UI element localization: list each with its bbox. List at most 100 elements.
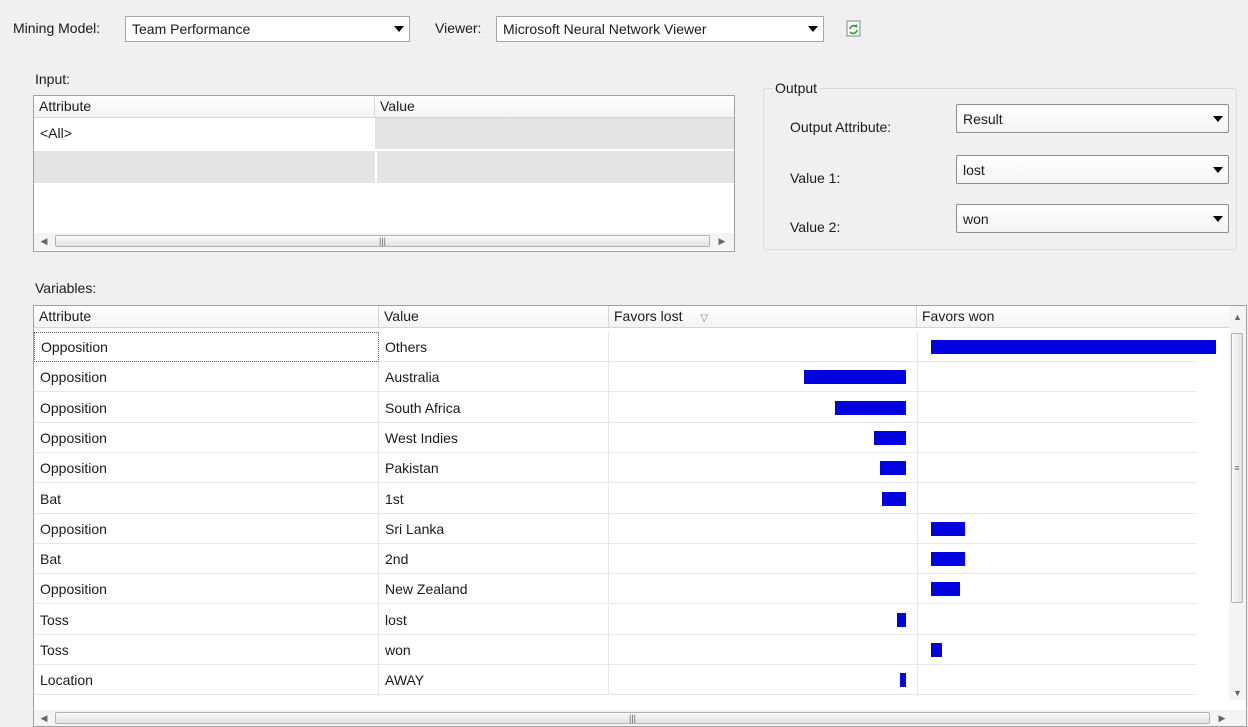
sort-descending-icon[interactable]: ▽	[700, 313, 708, 324]
scroll-left-icon[interactable]: ◀	[36, 710, 52, 726]
chevron-down-icon	[803, 17, 823, 41]
table-row[interactable]: Opposition Sri Lanka	[34, 514, 1196, 544]
favors-won-bar	[931, 522, 965, 536]
chevron-down-icon	[1208, 205, 1228, 232]
row-attribute[interactable]: Opposition	[34, 423, 379, 453]
row-attribute[interactable]: Toss	[34, 635, 379, 665]
input-row-attribute[interactable]: <All>	[34, 118, 375, 149]
input-grid[interactable]: Attribute Value <All> ◀ ||| ▶	[33, 95, 735, 252]
row-value[interactable]: Australia	[379, 362, 609, 392]
scroll-right-icon[interactable]: ▶	[714, 233, 730, 250]
row-value[interactable]: won	[379, 635, 609, 665]
row-value[interactable]: South Africa	[379, 393, 609, 423]
column-divider	[917, 332, 918, 362]
value1-label: Value 1:	[790, 170, 841, 186]
variables-vertical-scrollbar[interactable]: ▲ ≡ ▼	[1229, 306, 1246, 700]
row-value[interactable]: 1st	[379, 484, 609, 514]
row-attribute[interactable]: Toss	[34, 605, 379, 635]
row-value[interactable]: 2nd	[379, 544, 609, 574]
input-horizontal-scrollbar[interactable]: ◀ ||| ▶	[34, 233, 734, 250]
row-value[interactable]: West Indies	[379, 423, 609, 453]
scroll-down-icon[interactable]: ▼	[1229, 684, 1246, 701]
favors-lost-bar	[882, 492, 906, 506]
favors-lost-bar	[897, 613, 906, 627]
scrollbar-thumb[interactable]: |||	[55, 712, 1210, 724]
variables-rows: Opposition Others Opposition Australia Oppos…	[34, 332, 1231, 700]
table-row[interactable]: Opposition Pakistan	[34, 453, 1196, 483]
favors-lost-bar	[900, 673, 906, 687]
column-divider	[917, 635, 918, 665]
output-attribute-dropdown[interactable]: Result	[956, 104, 1229, 133]
variables-label: Variables:	[35, 280, 97, 296]
chevron-down-icon	[1208, 105, 1228, 132]
viewer-value: Microsoft Neural Network Viewer	[503, 21, 707, 37]
input-row-attribute[interactable]	[34, 151, 375, 183]
variables-grid[interactable]: Attribute Value Favors lost ▽ Favors won…	[33, 305, 1247, 727]
table-row[interactable]: Opposition Others	[34, 332, 1216, 362]
column-divider	[917, 423, 918, 453]
input-label: Input:	[35, 71, 71, 87]
input-row-value[interactable]	[375, 118, 734, 149]
variables-horizontal-scrollbar[interactable]: ◀ ||| ▶	[34, 710, 1246, 726]
table-row[interactable]: Toss won	[34, 635, 1196, 665]
row-attribute[interactable]: Opposition	[34, 453, 379, 483]
row-attribute[interactable]: Opposition	[34, 393, 379, 423]
row-attribute[interactable]: Opposition	[34, 514, 379, 544]
row-value[interactable]: Pakistan	[379, 453, 609, 483]
mining-model-value: Team Performance	[132, 21, 251, 37]
row-attribute[interactable]: Bat	[34, 544, 379, 574]
table-row[interactable]: Opposition Australia	[34, 362, 1196, 392]
value2-label: Value 2:	[790, 219, 841, 235]
column-divider	[917, 393, 918, 423]
table-row[interactable]: Opposition West Indies	[34, 423, 1196, 453]
input-column-value[interactable]: Value	[375, 96, 734, 118]
column-divider	[917, 453, 918, 483]
row-value[interactable]: lost	[379, 605, 609, 635]
row-value[interactable]: AWAY	[379, 665, 609, 695]
viewer-label: Viewer:	[435, 20, 482, 36]
chevron-down-icon	[389, 17, 409, 41]
scrollbar-thumb[interactable]: |||	[55, 235, 710, 247]
value2-dropdown[interactable]: won	[956, 204, 1229, 233]
scrollbar-thumb[interactable]: ≡	[1231, 333, 1243, 603]
row-attribute[interactable]: Opposition	[34, 574, 379, 604]
favors-won-bar	[931, 340, 1216, 354]
favors-lost-bar	[874, 431, 906, 445]
table-row[interactable]: Location AWAY	[34, 665, 1196, 695]
row-value[interactable]: Sri Lanka	[379, 514, 609, 544]
input-column-attribute[interactable]: Attribute	[34, 96, 375, 118]
row-attribute[interactable]: Location	[34, 665, 379, 695]
table-row[interactable]: Toss lost	[34, 605, 1196, 635]
row-attribute[interactable]: Opposition	[34, 332, 379, 362]
favors-won-bar	[931, 552, 965, 566]
variables-column-value[interactable]: Value	[379, 306, 609, 328]
column-divider	[917, 484, 918, 514]
value1-value: lost	[963, 161, 985, 178]
column-divider	[917, 605, 918, 635]
favors-lost-header-text: Favors lost	[614, 308, 683, 324]
variables-column-favors-lost[interactable]: Favors lost ▽	[609, 306, 917, 328]
row-value[interactable]: New Zealand	[379, 574, 609, 604]
mining-model-dropdown[interactable]: Team Performance	[125, 16, 410, 42]
viewer-dropdown[interactable]: Microsoft Neural Network Viewer	[496, 16, 824, 42]
table-row[interactable]: Opposition South Africa	[34, 393, 1196, 423]
output-title: Output	[773, 80, 820, 96]
row-attribute[interactable]: Opposition	[34, 362, 379, 392]
scroll-right-icon[interactable]: ▶	[1214, 710, 1230, 726]
refresh-icon[interactable]	[846, 20, 862, 37]
scroll-left-icon[interactable]: ◀	[36, 233, 52, 250]
input-row-value[interactable]	[377, 151, 734, 183]
column-divider	[917, 574, 918, 604]
favors-won-bar	[931, 643, 942, 657]
scroll-up-icon[interactable]: ▲	[1229, 308, 1246, 325]
table-row[interactable]: Bat 2nd	[34, 544, 1196, 574]
value1-dropdown[interactable]: lost	[956, 155, 1229, 184]
row-value[interactable]: Others	[379, 332, 609, 362]
table-row[interactable]: Bat 1st	[34, 484, 1196, 514]
mining-model-label: Mining Model:	[13, 20, 101, 36]
value2-value: won	[963, 210, 989, 227]
table-row[interactable]: Opposition New Zealand	[34, 574, 1196, 604]
variables-column-favors-won[interactable]: Favors won	[917, 306, 1231, 328]
row-attribute[interactable]: Bat	[34, 484, 379, 514]
variables-column-attribute[interactable]: Attribute	[34, 306, 379, 328]
